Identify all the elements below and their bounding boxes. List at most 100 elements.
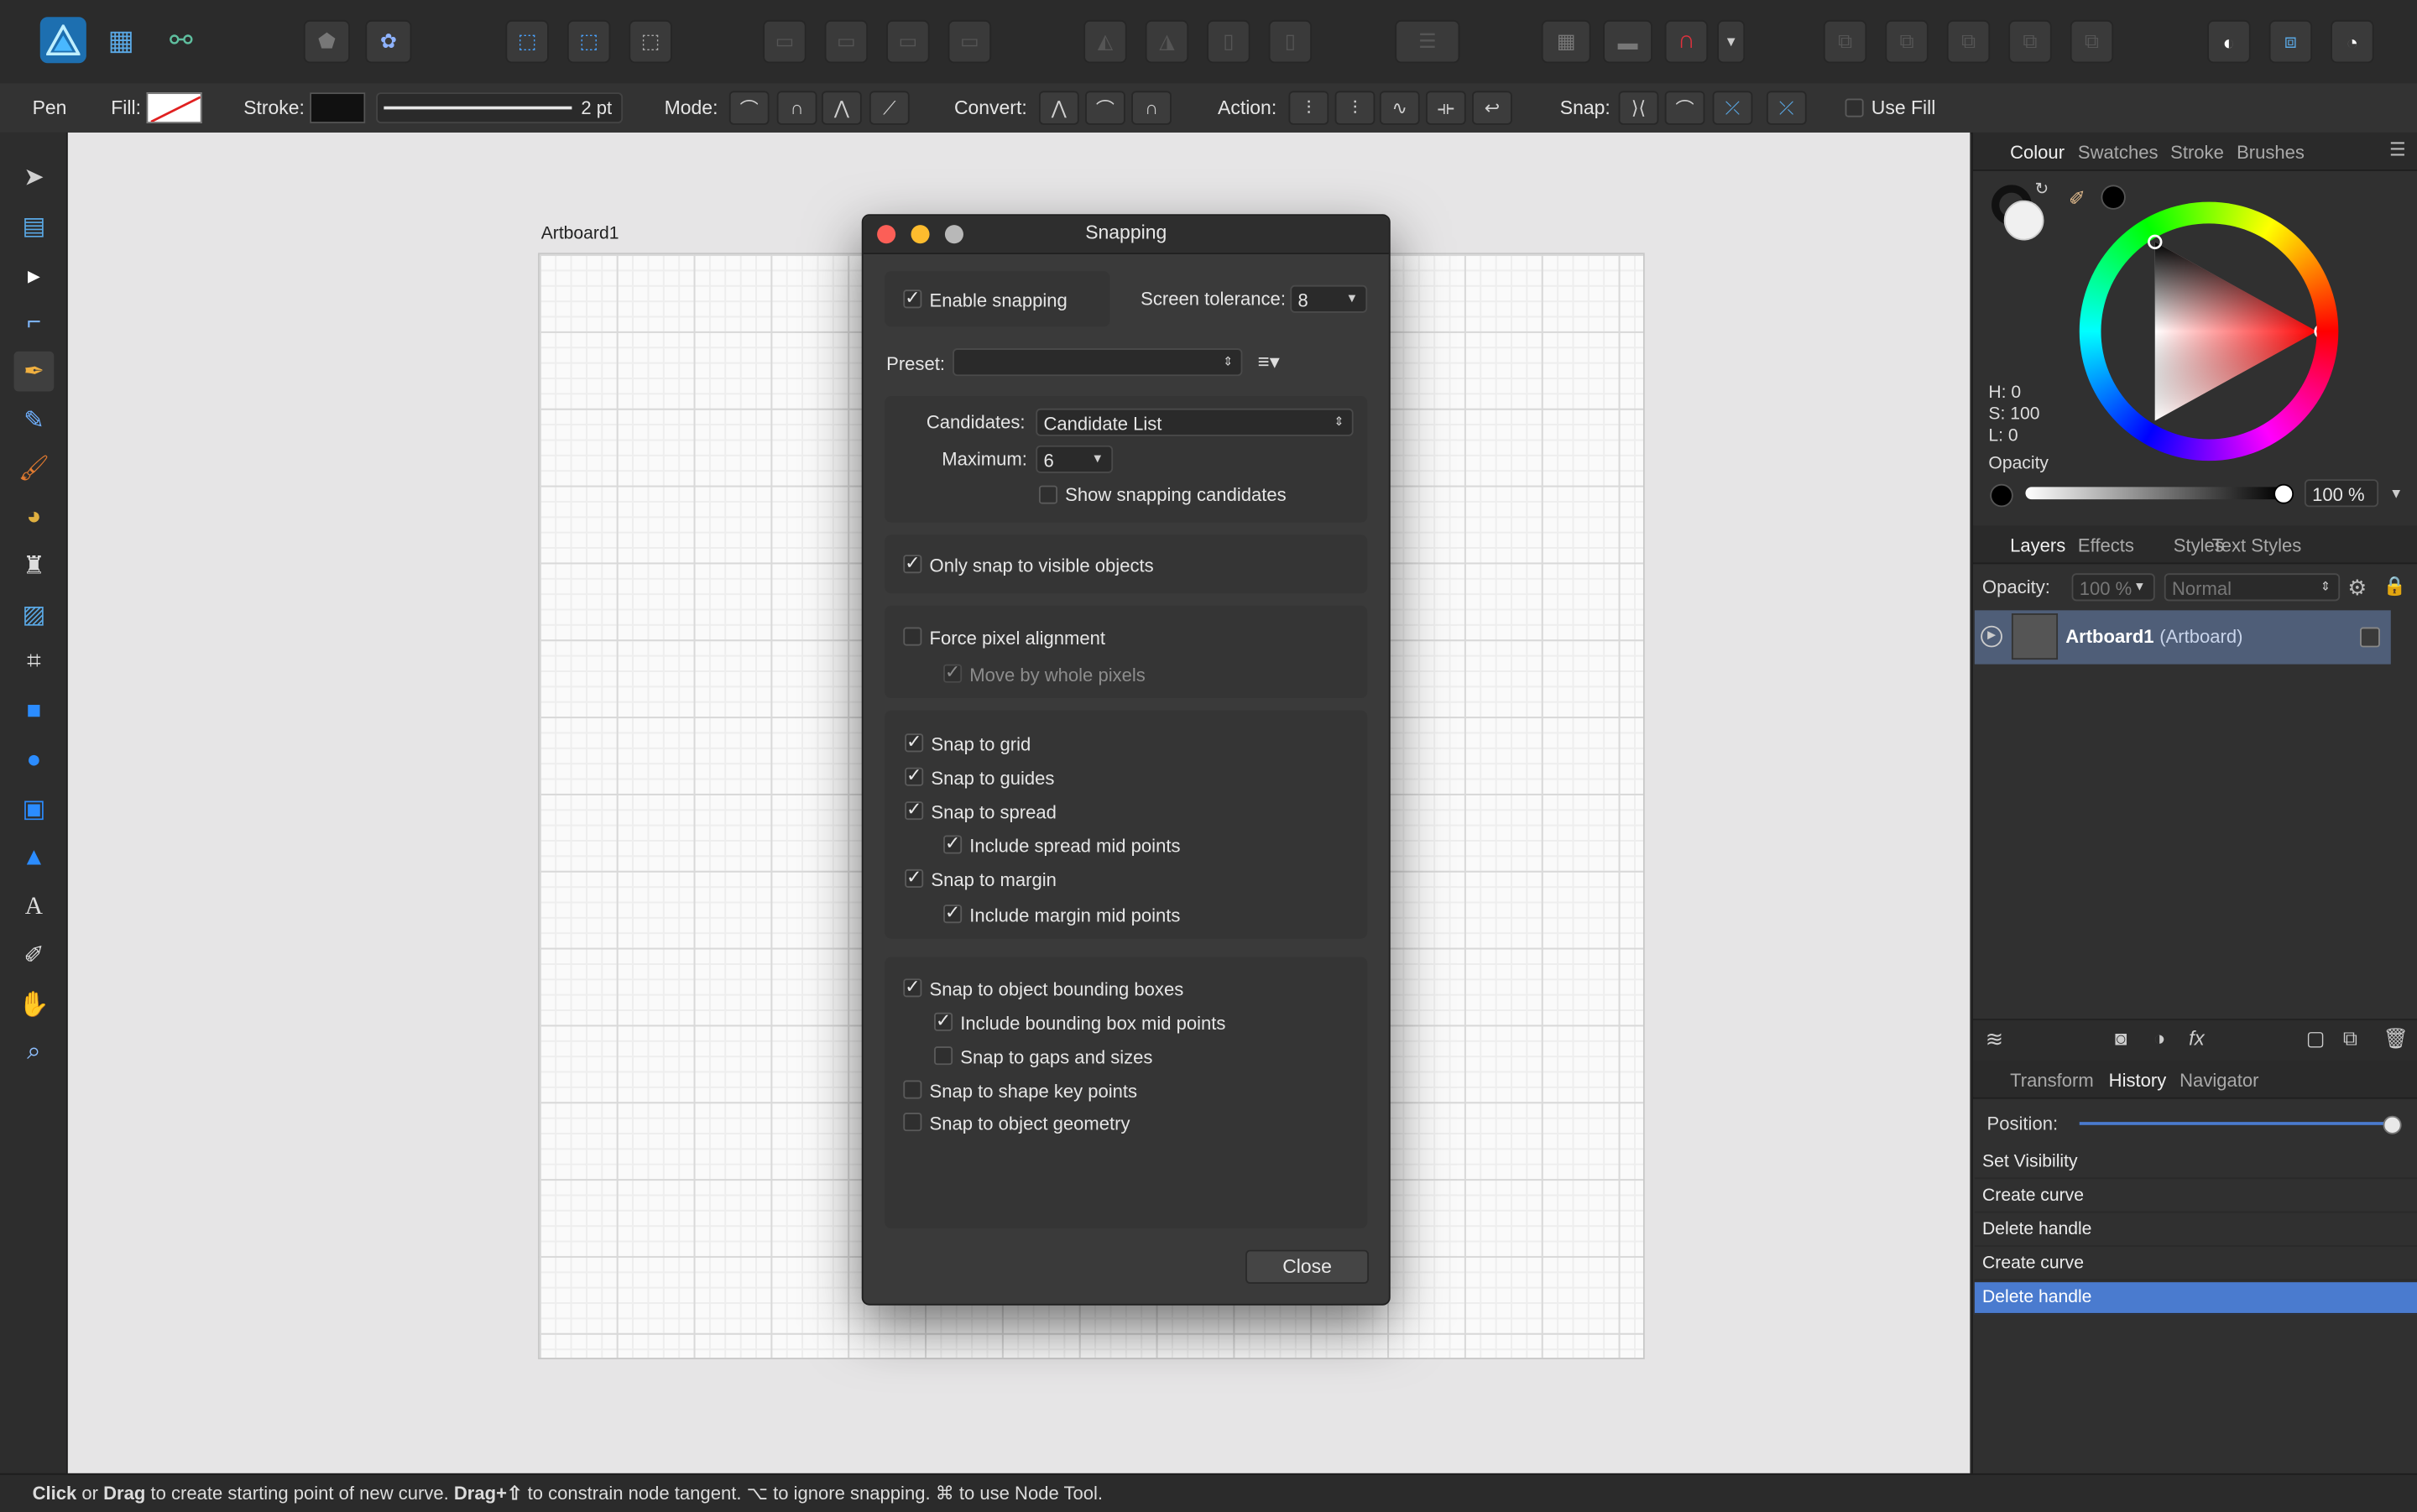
- fx-icon[interactable]: fx: [2189, 1026, 2205, 1050]
- history-item[interactable]: Create curve: [1974, 1181, 2417, 1213]
- snapping-dropdown-icon[interactable]: ▼: [1717, 19, 1746, 64]
- pen-tool-icon[interactable]: ✒: [13, 351, 55, 392]
- arrange-front-icon[interactable]: ▭: [947, 19, 992, 64]
- snap-geometry-checkbox[interactable]: [903, 1113, 922, 1132]
- snap-margin-checkbox[interactable]: ✓: [905, 868, 924, 888]
- arrange-back-icon[interactable]: ▭: [763, 19, 807, 64]
- divide-icon[interactable]: ⧉: [2070, 19, 2114, 64]
- fill-tool-icon[interactable]: ◕: [14, 498, 55, 538]
- convert-smart-icon[interactable]: ∩: [1131, 91, 1172, 125]
- tab-brushes[interactable]: Brushes: [2237, 142, 2305, 164]
- close-button[interactable]: Close: [1245, 1249, 1370, 1284]
- move-whole-pixels-checkbox[interactable]: ✓: [943, 663, 963, 683]
- triangle-tool-icon[interactable]: ▲: [14, 838, 55, 879]
- snap-bbox-checkbox[interactable]: ✓: [903, 977, 922, 998]
- snap-curve-icon[interactable]: ⤫: [1712, 91, 1753, 125]
- opacity-slider[interactable]: [2025, 487, 2282, 500]
- guides-icon[interactable]: ▬: [1603, 19, 1652, 64]
- spread-mid-checkbox[interactable]: ✓: [943, 834, 963, 854]
- fill-stroke-selector[interactable]: ↻: [1988, 179, 2049, 243]
- use-fill-checkbox[interactable]: [1845, 98, 1864, 117]
- flip-vertical-icon[interactable]: ◮: [1145, 19, 1189, 64]
- show-candidates-checkbox[interactable]: [1038, 485, 1057, 504]
- snap-tangent-icon[interactable]: ⌒: [1664, 91, 1705, 125]
- tab-effects[interactable]: Effects: [2078, 534, 2134, 556]
- hand-tool-icon[interactable]: ✋: [14, 985, 55, 1025]
- tab-stroke[interactable]: Stroke: [2170, 142, 2224, 164]
- only-visible-checkbox[interactable]: ✓: [903, 553, 922, 574]
- align-icon[interactable]: ☰: [1395, 19, 1460, 64]
- grid-icon[interactable]: ▦: [1541, 19, 1591, 64]
- persona-pixel-icon[interactable]: ▦: [108, 24, 142, 58]
- arrange-backward-icon[interactable]: ▭: [824, 19, 869, 64]
- history-item[interactable]: Set Visibility: [1974, 1147, 2417, 1180]
- picker-icon[interactable]: ✐: [2069, 186, 2086, 211]
- mode-line-icon[interactable]: ⟋: [869, 91, 910, 125]
- enable-snapping-checkbox[interactable]: ✓: [903, 288, 922, 309]
- pencil-tool-icon[interactable]: ✎: [14, 401, 55, 441]
- insert-inside-icon[interactable]: ◐: [2207, 19, 2251, 64]
- force-pixel-checkbox[interactable]: [903, 627, 922, 646]
- transform-icon[interactable]: ⬚: [566, 19, 611, 64]
- transparency-tool-icon[interactable]: ♜: [14, 545, 55, 586]
- gear-icon[interactable]: ⚙: [2347, 575, 2367, 601]
- picked-colour-swatch[interactable]: [2101, 185, 2126, 210]
- tab-swatches[interactable]: Swatches: [2078, 142, 2159, 164]
- history-item[interactable]: Create curve: [1974, 1249, 2417, 1281]
- stroke-swatch[interactable]: [310, 92, 366, 123]
- crop-tool-icon[interactable]: ⌗: [14, 643, 55, 683]
- rotate-right-icon[interactable]: ▯: [1268, 19, 1313, 64]
- intersect-icon[interactable]: ⧉: [1946, 19, 1991, 64]
- eyedropper-tool-icon[interactable]: ✐: [14, 936, 55, 976]
- action-smooth-icon[interactable]: ∿: [1379, 91, 1420, 125]
- mode-polygon-icon[interactable]: ⋀: [821, 91, 862, 125]
- convert-smooth-icon[interactable]: ⌒: [1085, 91, 1125, 125]
- brush-tool-icon[interactable]: 🖌: [14, 448, 55, 488]
- history-item[interactable]: Delete handle: [1974, 1214, 2417, 1247]
- convert-sharp-icon[interactable]: ⋀: [1038, 91, 1079, 125]
- maximum-select[interactable]: 6 ▼: [1036, 445, 1114, 473]
- rectangle-tool-icon[interactable]: ■: [14, 692, 55, 733]
- blend-mode-select[interactable]: Normal ⇕: [2164, 573, 2341, 602]
- mode-pen-icon[interactable]: ⌒: [728, 91, 770, 125]
- snap-guides-checkbox[interactable]: ✓: [905, 766, 924, 786]
- insert-top-icon[interactable]: ◔: [2331, 19, 2374, 64]
- layer-row[interactable]: ▶ Artboard1 (Artboard): [1974, 610, 2391, 665]
- margin-mid-checkbox[interactable]: ✓: [943, 903, 963, 924]
- corner-tool-icon[interactable]: ⌐: [14, 304, 55, 344]
- preset-menu-icon[interactable]: ≡▾: [1258, 350, 1280, 374]
- toggle-icon-1[interactable]: ⬟: [303, 19, 350, 64]
- snap-spread-checkbox[interactable]: ✓: [905, 800, 924, 821]
- layers-stack-icon[interactable]: ≋: [1986, 1026, 2004, 1052]
- snap-node-icon[interactable]: ⤫: [1766, 91, 1807, 125]
- layer-visibility-checkbox[interactable]: [2360, 627, 2380, 648]
- tab-transform[interactable]: Transform: [2010, 1070, 2094, 1092]
- adjustment-icon[interactable]: ◑: [2153, 1026, 2165, 1050]
- toggle-icon-2[interactable]: ✿: [365, 19, 412, 64]
- artboard-tool-icon[interactable]: ▤: [14, 206, 55, 247]
- new-layer-icon[interactable]: ▢: [2306, 1026, 2326, 1051]
- screen-tolerance-select[interactable]: 8 ▼: [1290, 284, 1368, 313]
- node-tool-icon[interactable]: ▸: [14, 256, 55, 296]
- action-reverse-icon[interactable]: ↩: [1472, 91, 1512, 125]
- move-tool-icon[interactable]: ➤: [14, 157, 55, 197]
- tab-colour[interactable]: Colour: [2010, 142, 2065, 164]
- action-close-icon[interactable]: ⫶: [1334, 91, 1376, 125]
- expand-icon[interactable]: ▶: [1981, 625, 2002, 648]
- ellipse-tool-icon[interactable]: ●: [14, 741, 55, 781]
- tab-navigator[interactable]: Navigator: [2179, 1070, 2258, 1092]
- select-all-icon[interactable]: ⬚: [505, 19, 549, 64]
- lock-icon[interactable]: 🔒: [2383, 575, 2406, 597]
- action-join-icon[interactable]: ⟛: [1425, 91, 1466, 125]
- bounding-box-icon[interactable]: ⬚: [629, 19, 672, 64]
- tab-history[interactable]: History: [2109, 1070, 2167, 1092]
- place-image-icon[interactable]: ▨: [14, 595, 55, 635]
- snapping-magnet-icon[interactable]: ∩: [1664, 19, 1709, 64]
- flip-horizontal-icon[interactable]: ◭: [1083, 19, 1127, 64]
- insert-behind-icon[interactable]: ⧈: [2268, 19, 2313, 64]
- swap-icon[interactable]: ↻: [2034, 179, 2049, 199]
- fill-swatch[interactable]: [146, 92, 202, 123]
- preset-select[interactable]: ⇕: [953, 348, 1243, 377]
- mask-icon[interactable]: ◙: [2115, 1026, 2127, 1050]
- panel-menu-icon[interactable]: ☰: [2389, 138, 2406, 160]
